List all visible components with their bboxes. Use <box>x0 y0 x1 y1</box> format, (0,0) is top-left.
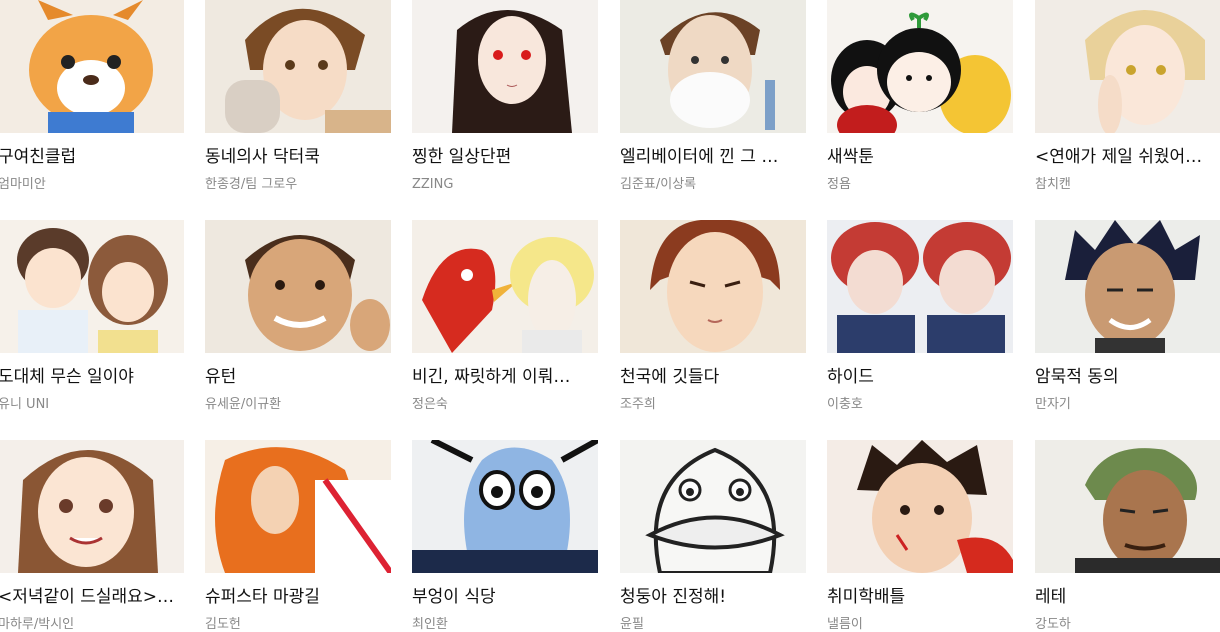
comic-title[interactable]: 구여친클럽 <box>0 146 182 168</box>
comic-card[interactable]: 천국에 깃들다조주희 <box>620 220 806 430</box>
comic-author: 참치캔 <box>1035 177 1071 192</box>
comic-card[interactable]: 도대체 무슨 일이야유니 UNI <box>0 220 184 430</box>
comic-title[interactable]: 취미학배틀 <box>827 586 1011 608</box>
comic-card[interactable]: 새싹툰정욤 <box>827 0 1013 210</box>
comic-thumbnail[interactable] <box>827 440 1013 573</box>
comic-thumbnail[interactable] <box>620 440 806 573</box>
comic-thumbnail[interactable] <box>412 0 598 133</box>
comic-card[interactable]: 엘리베이터에 낀 그 … 김준표/이상록 <box>620 0 806 210</box>
comic-author: 만자기 <box>1035 397 1071 412</box>
comic-author: 엄마미안 <box>0 177 46 192</box>
comic-thumbnail[interactable] <box>620 0 806 133</box>
comic-card[interactable]: 구여친클럽엄마미안 <box>0 0 184 210</box>
twin-boys-icon <box>827 220 1013 353</box>
blonde-boy-icon <box>1035 0 1220 133</box>
comic-title[interactable]: 찡한 일상단편 <box>412 146 596 168</box>
comic-card[interactable]: 레테강도하 <box>1035 440 1220 632</box>
shaving-man-icon <box>620 0 806 133</box>
webtoon-grid: 구여친클럽 엄마미안 동네의사 닥터쿡 한종경/팀 그로우 찡한 일상단편 ZZING 엘리… <box>0 0 1220 632</box>
comic-thumbnail[interactable] <box>827 0 1013 133</box>
red-hair-boy-icon <box>620 220 806 353</box>
comic-author: 유니 UNI <box>0 397 50 412</box>
comic-card[interactable]: 청둥아 진정해! 윤필 <box>620 440 806 632</box>
comic-thumbnail[interactable] <box>0 0 184 133</box>
comic-author: 김도헌 <box>205 617 241 632</box>
comic-title[interactable]: 새싹툰 <box>827 146 1011 168</box>
comic-title[interactable]: 천국에 깃들다 <box>620 366 804 388</box>
beanie-man-icon <box>1035 440 1220 573</box>
comic-title[interactable]: 레테 <box>1035 586 1219 608</box>
long-hair-woman-icon <box>0 440 184 573</box>
comic-title[interactable]: <연애가 제일 쉬웠어… <box>1035 146 1219 168</box>
comic-thumbnail[interactable] <box>0 220 184 353</box>
comic-author: 강도하 <box>1035 617 1071 632</box>
comic-author: 마하루/박시인 <box>0 617 75 632</box>
comic-thumbnail[interactable] <box>1035 220 1220 353</box>
comic-title[interactable]: 도대체 무슨 일이야 <box>0 366 182 388</box>
comic-title[interactable]: 비긴, 짜릿하게 이뤄… <box>412 366 596 388</box>
comic-card[interactable]: 취미학배틀낼름이 <box>827 440 1013 632</box>
comic-title[interactable]: 슈퍼스타 마광길 <box>205 586 389 608</box>
orange-hair-man-icon <box>205 440 391 573</box>
comic-thumbnail[interactable] <box>1035 440 1220 573</box>
comic-author: 이충호 <box>827 397 863 412</box>
comic-title[interactable]: 암묵적 동의 <box>1035 366 1219 388</box>
comic-author: 윤필 <box>620 617 644 632</box>
comic-thumbnail[interactable] <box>412 440 598 573</box>
comic-card[interactable]: 하이드이충호 <box>827 220 1013 430</box>
comic-card[interactable]: 찡한 일상단편 ZZING <box>412 0 598 210</box>
comic-title[interactable]: <저녁같이 드실래요>… <box>0 586 182 608</box>
comic-title[interactable]: 청둥아 진정해! <box>620 586 804 608</box>
comic-title[interactable]: 엘리베이터에 낀 그 … <box>620 146 804 168</box>
comic-author: 유세윤/이규환 <box>205 397 282 412</box>
comic-author: 최인환 <box>412 617 448 632</box>
comic-card[interactable]: 동네의사 닥터쿡한종경/팀 그로우 <box>205 0 391 210</box>
sprout-characters-icon <box>827 0 1013 133</box>
comic-title[interactable]: 하이드 <box>827 366 1011 388</box>
comic-title[interactable]: 동네의사 닥터쿡 <box>205 146 389 168</box>
comic-thumbnail[interactable] <box>205 440 391 573</box>
comic-card[interactable]: 부엉이 식당최인환 <box>412 440 598 632</box>
comic-author: 정은숙 <box>412 397 448 412</box>
rooster-and-sheep-icon <box>412 220 598 353</box>
comic-card[interactable]: 유턴유세윤/이규환 <box>205 220 391 430</box>
comic-thumbnail[interactable] <box>205 220 391 353</box>
comic-thumbnail[interactable] <box>620 220 806 353</box>
comic-thumbnail[interactable] <box>0 440 184 573</box>
spiky-hair-man-icon <box>1035 220 1220 353</box>
comic-title[interactable]: 부엉이 식당 <box>412 586 596 608</box>
smiling-man-icon <box>205 220 391 353</box>
comic-title[interactable]: 유턴 <box>205 366 389 388</box>
bloodied-boy-icon <box>827 440 1013 573</box>
comic-thumbnail[interactable] <box>1035 0 1220 133</box>
comic-card[interactable]: 암묵적 동의만자기 <box>1035 220 1220 430</box>
brown-hair-boy-icon <box>205 0 391 133</box>
couple-icon <box>0 220 184 353</box>
dark-hair-girl-icon <box>412 0 598 133</box>
comic-card[interactable]: 비긴, 짜릿하게 이뤄… 정은숙 <box>412 220 598 430</box>
comic-thumbnail[interactable] <box>205 0 391 133</box>
comic-author: 조주희 <box>620 397 656 412</box>
comic-author: 김준표/이상록 <box>620 177 697 192</box>
comic-card[interactable]: 슈퍼스타 마광길김도헌 <box>205 440 391 632</box>
comic-author: 한종경/팀 그로우 <box>205 177 298 192</box>
comic-author: 정욤 <box>827 177 851 192</box>
owl-icon <box>412 440 598 573</box>
comic-thumbnail[interactable] <box>827 220 1013 353</box>
comic-author: 낼름이 <box>827 617 863 632</box>
comic-author: ZZING <box>412 177 454 192</box>
comic-thumbnail[interactable] <box>412 220 598 353</box>
comic-card[interactable]: <저녁같이 드실래요>… 마하루/박시인 <box>0 440 184 632</box>
fox-character-icon <box>0 0 184 133</box>
comic-card[interactable]: <연애가 제일 쉬웠어… 참치캔 <box>1035 0 1220 210</box>
duck-icon <box>620 440 806 573</box>
